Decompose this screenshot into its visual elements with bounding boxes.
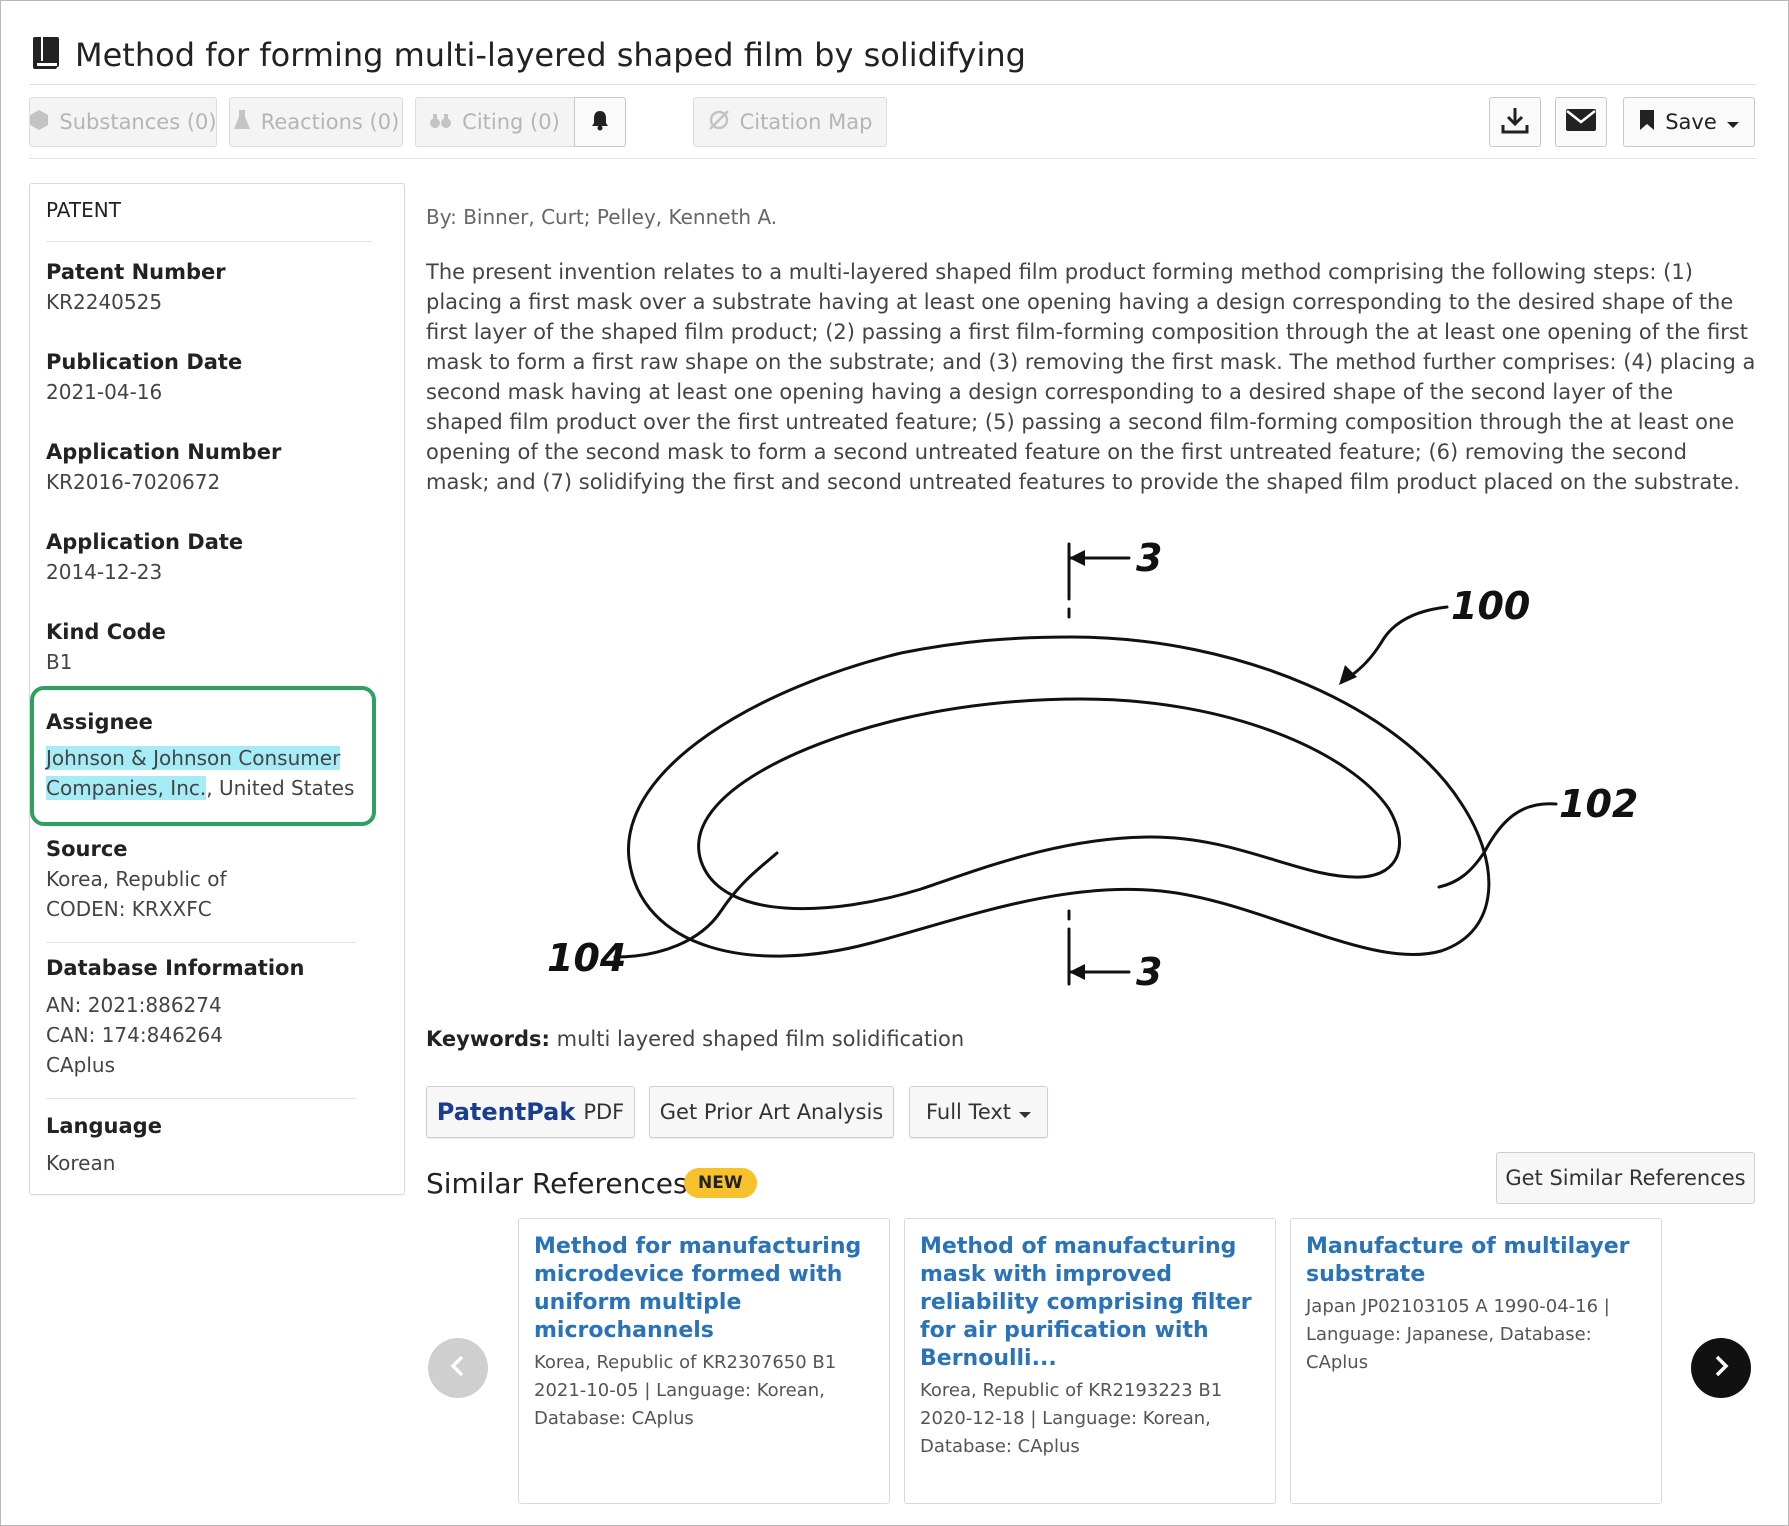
keywords: Keywords: multi layered shaped film soli…: [426, 1027, 964, 1051]
patent-number-label: Patent Number: [46, 260, 226, 284]
card-title-link[interactable]: Manufacture of multilayer substrate: [1306, 1233, 1646, 1289]
publication-date-value: 2021-04-16: [46, 380, 163, 404]
assignee-value: Johnson & Johnson Consumer Companies, In…: [46, 743, 354, 803]
quote-icon: [430, 110, 452, 134]
prior-art-label: Get Prior Art Analysis: [659, 1100, 884, 1124]
new-badge: NEW: [684, 1168, 757, 1198]
pdf-label: PDF: [583, 1100, 625, 1124]
kind-code-value: B1: [46, 650, 73, 674]
figure-label-section-bottom: 3: [1136, 950, 1162, 994]
assignee-name-line1: Johnson & Johnson Consumer: [46, 746, 341, 770]
assignee-name-line2: Companies, Inc.: [46, 776, 207, 800]
patent-details-panel: PATENT Patent Number KR2240525 Publicati…: [29, 183, 405, 1195]
page-title: Method for forming multi-layered shaped …: [75, 35, 1026, 74]
similar-reference-card[interactable]: Manufacture of multilayer substrate Japa…: [1290, 1218, 1662, 1504]
bookmark-icon: [1639, 109, 1655, 136]
bell-icon: [591, 109, 609, 136]
flask-icon: [233, 109, 251, 136]
figure-label-100: 100: [1451, 584, 1530, 628]
source-coden: CODEN: KRXXFC: [46, 897, 212, 921]
patentpak-pdf-button[interactable]: PatentPak PDF: [426, 1086, 635, 1138]
similar-reference-card[interactable]: Method of manufacturing mask with improv…: [904, 1218, 1276, 1504]
figure-label-104: 104: [547, 936, 626, 980]
reactions-button[interactable]: Reactions (0): [229, 97, 403, 147]
assignee-label: Assignee: [46, 710, 153, 734]
card-meta: Korea, Republic of KR2307650 B1 2021-10-…: [534, 1352, 837, 1429]
panel-heading: PATENT: [46, 198, 372, 242]
keywords-value: multi layered shaped film solidification: [556, 1027, 965, 1051]
title-row: Method for forming multi-layered shaped …: [29, 25, 1757, 85]
database-info-value: AN: 2021:886274 CAN: 174:846264 CAplus: [46, 990, 223, 1080]
source-label: Source: [46, 837, 128, 861]
hexagon-icon: [29, 109, 49, 136]
save-label: Save: [1665, 110, 1717, 134]
envelope-icon: [1565, 108, 1597, 137]
download-button[interactable]: [1489, 97, 1541, 147]
prior-art-button[interactable]: Get Prior Art Analysis: [649, 1086, 894, 1138]
patent-figure: 3 3 100 102 104: [547, 536, 1638, 994]
leader-102: [1437, 802, 1558, 889]
figure-label-section-top: 3: [1136, 536, 1162, 580]
caret-down-icon: [1726, 110, 1739, 134]
save-button[interactable]: Save: [1623, 97, 1755, 147]
email-button[interactable]: [1555, 97, 1607, 147]
inner-outline: [697, 697, 1402, 911]
assignee-country: , United States: [206, 776, 355, 800]
book-icon: [29, 35, 63, 75]
carousel-prev-button[interactable]: [428, 1338, 488, 1398]
arrowhead-bottom: [1069, 964, 1085, 980]
citation-map-label: Citation Map: [739, 110, 873, 134]
citing-button[interactable]: Citing (0): [415, 97, 575, 147]
citation-map-button[interactable]: Citation Map: [693, 97, 887, 147]
carousel-next-button[interactable]: [1691, 1338, 1751, 1398]
card-meta: Japan JP02103105 A 1990-04-16 | Language…: [1306, 1296, 1610, 1373]
source-value: Korea, Republic of CODEN: KRXXFC: [46, 864, 227, 924]
source-country: Korea, Republic of: [46, 867, 227, 891]
reactions-label: Reactions (0): [260, 110, 400, 134]
figure-label-102: 102: [1559, 782, 1638, 826]
map-icon: [708, 109, 730, 136]
substances-button[interactable]: Substances (0): [29, 97, 217, 147]
database-an: AN: 2021:886274: [46, 993, 222, 1017]
substances-label: Substances (0): [59, 110, 217, 134]
publication-date-label: Publication Date: [46, 350, 243, 374]
authors-byline: By: Binner, Curt; Pelley, Kenneth A.: [426, 205, 778, 229]
get-similar-references-button[interactable]: Get Similar References: [1496, 1152, 1755, 1204]
card-title-link[interactable]: Method of manufacturing mask with improv…: [920, 1233, 1260, 1373]
caret-down-icon: [1019, 1100, 1032, 1124]
database-can: CAN: 174:846264: [46, 1023, 223, 1047]
keywords-label: Keywords:: [426, 1027, 550, 1051]
outer-outline: [627, 635, 1491, 958]
leader-100: [1347, 605, 1449, 679]
chevron-left-icon: [448, 1354, 468, 1382]
similar-reference-card[interactable]: Method for manufacturing microdevice for…: [518, 1218, 890, 1504]
language-label: Language: [46, 1114, 162, 1138]
abstract-text: The present invention relates to a multi…: [426, 260, 1756, 494]
application-number-value: KR2016-7020672: [46, 470, 221, 494]
application-date-value: 2014-12-23: [46, 560, 163, 584]
citing-label: Citing (0): [462, 110, 560, 134]
card-meta: Korea, Republic of KR2193223 B1 2020-12-…: [920, 1380, 1223, 1457]
patentpak-logo: PatentPak: [436, 1098, 576, 1126]
full-text-label: Full Text: [925, 1100, 1012, 1124]
patent-number-value: KR2240525: [46, 290, 163, 314]
citing-alert-button[interactable]: [574, 97, 626, 147]
database-info-label: Database Information: [46, 956, 305, 980]
toolbar: Substances (0) Reactions (0) Citing (0) …: [29, 97, 1757, 159]
similar-references-title: Similar References: [426, 1167, 688, 1200]
arrowhead-top: [1069, 550, 1085, 566]
chevron-right-icon: [1711, 1354, 1731, 1382]
full-text-button[interactable]: Full Text: [909, 1086, 1048, 1138]
kind-code-label: Kind Code: [46, 620, 166, 644]
arrowhead-100: [1339, 665, 1357, 685]
download-icon: [1500, 105, 1530, 140]
divider: [46, 1098, 356, 1099]
application-number-label: Application Number: [46, 440, 282, 464]
application-date-label: Application Date: [46, 530, 244, 554]
database-name: CAplus: [46, 1053, 115, 1077]
language-value: Korean: [46, 1151, 116, 1175]
divider: [46, 942, 356, 943]
card-title-link[interactable]: Method for manufacturing microdevice for…: [534, 1233, 874, 1345]
